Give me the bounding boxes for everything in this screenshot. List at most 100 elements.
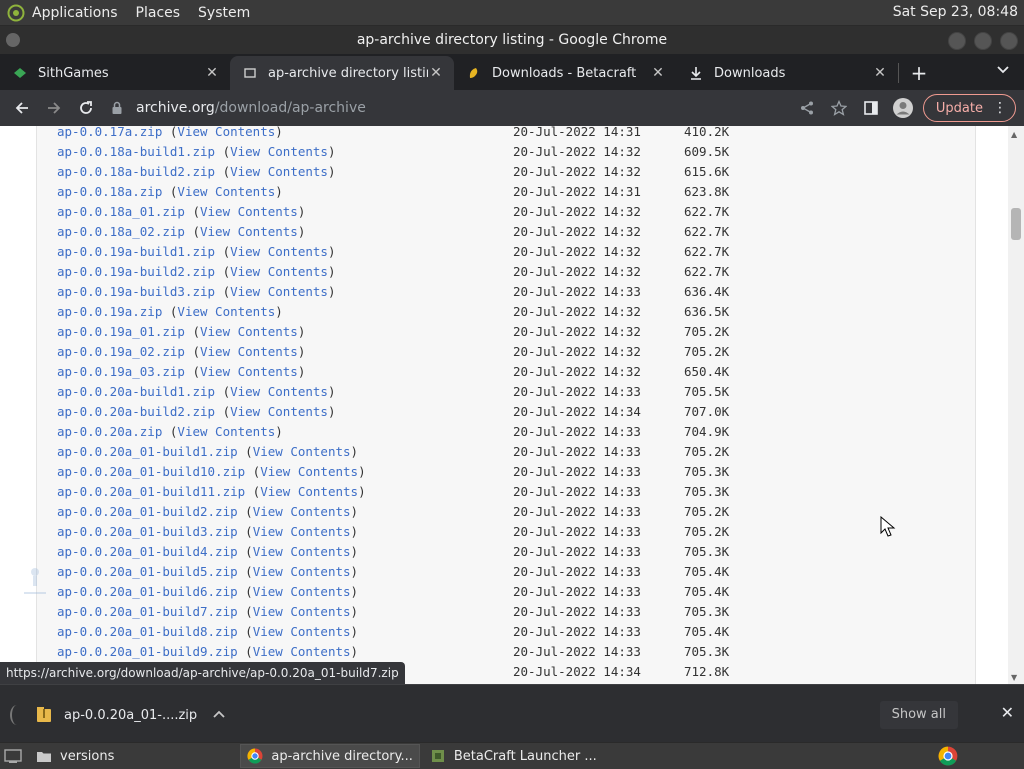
view-contents-link[interactable]: View Contents	[230, 284, 328, 299]
file-link[interactable]: ap-0.0.18a-build1.zip	[57, 144, 215, 159]
file-link[interactable]: ap-0.0.20a_01-build1.zip	[57, 444, 238, 459]
view-contents-link[interactable]: View Contents	[230, 164, 328, 179]
view-contents-link[interactable]: View Contents	[200, 364, 298, 379]
view-contents-link[interactable]: View Contents	[230, 244, 328, 259]
bookmark-star-icon[interactable]	[823, 92, 855, 124]
new-tab-button[interactable]: +	[899, 56, 939, 90]
file-link[interactable]: ap-0.0.18a_01.zip	[57, 204, 185, 219]
taskbar-item-versions[interactable]: versions	[30, 744, 120, 768]
close-icon[interactable]: ✕	[650, 65, 666, 81]
close-icon[interactable]: ✕	[1001, 703, 1014, 722]
file-link[interactable]: ap-0.0.20a_01-build6.zip	[57, 584, 238, 599]
close-icon[interactable]: ✕	[428, 65, 444, 81]
view-contents-link[interactable]: View Contents	[230, 264, 328, 279]
show-all-button[interactable]: Show all	[879, 701, 958, 729]
profile-avatar-icon[interactable]	[887, 92, 919, 124]
file-link[interactable]: ap-0.0.18a.zip	[57, 184, 162, 199]
side-panel-icon[interactable]	[855, 92, 887, 124]
view-contents-link[interactable]: View Contents	[200, 204, 298, 219]
vertical-scrollbar[interactable]: ▲ ▼	[1008, 126, 1024, 684]
scroll-up-arrow-icon[interactable]: ▲	[1011, 130, 1017, 139]
menu-places[interactable]: Places	[136, 5, 181, 21]
view-contents-link[interactable]: View Contents	[253, 624, 351, 639]
view-contents-link[interactable]: View Contents	[177, 126, 275, 139]
taskbar-item-chrome[interactable]: ap-archive directory...	[240, 744, 420, 768]
view-contents-link[interactable]: View Contents	[253, 564, 351, 579]
file-link[interactable]: ap-0.0.19a-build2.zip	[57, 264, 215, 279]
file-link[interactable]: ap-0.0.18a-build2.zip	[57, 164, 215, 179]
tab-ap-archive[interactable]: ap-archive directory listing ✕	[230, 56, 454, 90]
file-link[interactable]: ap-0.0.20a_01-build2.zip	[57, 504, 238, 519]
view-contents-link[interactable]: View Contents	[253, 524, 351, 539]
clock[interactable]: Sat Sep 23, 08:48	[893, 4, 1018, 20]
tab-search-chevron-icon[interactable]	[996, 62, 1010, 80]
chevron-up-icon[interactable]	[213, 707, 225, 723]
file-link[interactable]: ap-0.0.19a_02.zip	[57, 344, 185, 359]
taskbar-label: ap-archive directory...	[271, 748, 413, 764]
forward-button[interactable]	[38, 92, 70, 124]
close-icon[interactable]: ✕	[204, 65, 220, 81]
view-contents-link[interactable]: View Contents	[253, 584, 351, 599]
file-link[interactable]: ap-0.0.20a_01-build5.zip	[57, 564, 238, 579]
tab-sithgames[interactable]: SithGames ✕	[0, 56, 230, 90]
file-link[interactable]: ap-0.0.20a-build1.zip	[57, 384, 215, 399]
view-contents-link[interactable]: View Contents	[230, 384, 328, 399]
window-menu-icon[interactable]	[6, 33, 20, 47]
download-item[interactable]: ap-0.0.20a_01-....zip	[10, 699, 225, 731]
menu-applications[interactable]: Applications	[32, 5, 118, 21]
view-contents-link[interactable]: View Contents	[200, 344, 298, 359]
view-contents-link[interactable]: View Contents	[253, 544, 351, 559]
distro-logo-icon[interactable]	[6, 3, 26, 23]
more-vertical-icon[interactable]: ⋮	[993, 100, 1007, 116]
file-link[interactable]: ap-0.0.20a.zip	[57, 424, 162, 439]
update-button[interactable]: Update ⋮	[922, 94, 1016, 122]
view-contents-link[interactable]: View Contents	[177, 304, 275, 319]
back-button[interactable]	[6, 92, 38, 124]
view-contents-link[interactable]: View Contents	[177, 424, 275, 439]
paren-text: )	[350, 624, 359, 639]
address-bar[interactable]: archive.org/download/ap-archive	[108, 94, 868, 122]
file-link[interactable]: ap-0.0.19a-build3.zip	[57, 284, 215, 299]
view-contents-link[interactable]: View Contents	[253, 644, 351, 659]
file-link[interactable]: ap-0.0.20a_01-build10.zip	[57, 464, 245, 479]
menu-system[interactable]: System	[198, 5, 250, 21]
file-link[interactable]: ap-0.0.20a_01-build3.zip	[57, 524, 238, 539]
paren-text: )	[297, 364, 306, 379]
file-link[interactable]: ap-0.0.18a_02.zip	[57, 224, 185, 239]
taskbar-item-betacraft[interactable]: BetaCraft Launcher ...	[424, 744, 603, 768]
view-contents-link[interactable]: View Contents	[260, 484, 358, 499]
view-contents-link[interactable]: View Contents	[200, 324, 298, 339]
view-contents-link[interactable]: View Contents	[253, 504, 351, 519]
file-link[interactable]: ap-0.0.19a-build1.zip	[57, 244, 215, 259]
tab-betacraft[interactable]: Downloads - Betacraft ✕	[454, 56, 676, 90]
file-link[interactable]: ap-0.0.19a_03.zip	[57, 364, 185, 379]
maximize-button[interactable]	[974, 32, 992, 50]
lock-icon[interactable]	[108, 101, 126, 115]
view-contents-link[interactable]: View Contents	[200, 224, 298, 239]
tab-downloads[interactable]: Downloads ✕	[676, 56, 898, 90]
file-link[interactable]: ap-0.0.20a_01-build4.zip	[57, 544, 238, 559]
scroll-down-arrow-icon[interactable]: ▼	[1011, 673, 1017, 682]
file-link[interactable]: ap-0.0.20a-build2.zip	[57, 404, 215, 419]
share-icon[interactable]	[791, 92, 823, 124]
file-link[interactable]: ap-0.0.20a_01-build9.zip	[57, 644, 238, 659]
view-contents-link[interactable]: View Contents	[230, 144, 328, 159]
file-link[interactable]: ap-0.0.20a_01-build8.zip	[57, 624, 238, 639]
tray-chrome-icon[interactable]	[938, 746, 958, 766]
reload-button[interactable]	[70, 92, 102, 124]
view-contents-link[interactable]: View Contents	[253, 604, 351, 619]
file-link[interactable]: ap-0.0.19a_01.zip	[57, 324, 185, 339]
file-link[interactable]: ap-0.0.20a_01-build7.zip	[57, 604, 238, 619]
scrollbar-thumb[interactable]	[1011, 208, 1021, 240]
close-icon[interactable]: ✕	[872, 65, 888, 81]
view-contents-link[interactable]: View Contents	[230, 404, 328, 419]
file-link[interactable]: ap-0.0.19a.zip	[57, 304, 162, 319]
minimize-button[interactable]	[948, 32, 966, 50]
view-contents-link[interactable]: View Contents	[260, 464, 358, 479]
file-link[interactable]: ap-0.0.20a_01-build11.zip	[57, 484, 245, 499]
file-link[interactable]: ap-0.0.17a.zip	[57, 126, 162, 139]
close-window-button[interactable]	[1000, 32, 1018, 50]
view-contents-link[interactable]: View Contents	[177, 184, 275, 199]
view-contents-link[interactable]: View Contents	[253, 444, 351, 459]
show-desktop-icon[interactable]	[0, 744, 26, 768]
